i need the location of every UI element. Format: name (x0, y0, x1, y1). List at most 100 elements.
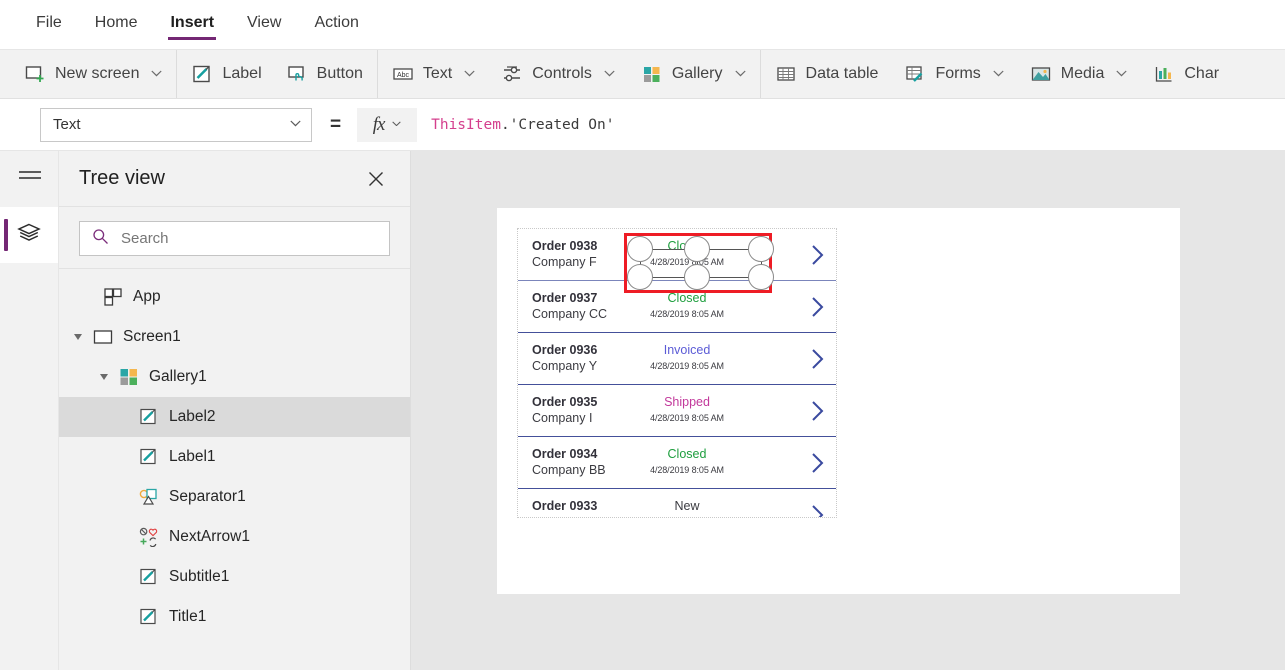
tree-view-title: Tree view (79, 167, 165, 189)
media-button[interactable]: Media (1030, 50, 1128, 98)
row-date: 4/28/2019 8:05 AM (650, 465, 724, 475)
tree-item-app[interactable]: App (59, 277, 410, 317)
tree-item-subtitle1[interactable]: Subtitle1 (59, 557, 410, 597)
gallery-row[interactable]: Order 0934 Company BB Closed 4/28/2019 8… (518, 437, 836, 489)
fx-button[interactable]: fx (357, 107, 418, 142)
row-date: 4/28/2019 8:05 AM (650, 309, 724, 319)
row-date: 4/28/2019 8:05 AM (650, 413, 724, 423)
forms-button-label: Forms (935, 65, 981, 82)
chevron-right-icon[interactable] (810, 243, 826, 272)
gallery-button[interactable]: Gallery (641, 50, 746, 98)
gallery1-control[interactable]: Order 0938 Company F Closed 4/28/2019 8:… (517, 228, 837, 518)
tree-view-list: App Screen1 Gallery1 Label2 Label1 Separ… (59, 269, 410, 637)
property-selector[interactable]: Text (40, 107, 312, 142)
row-title: Order 0937 (532, 291, 598, 305)
charts-button[interactable]: Char (1153, 50, 1219, 98)
chevron-down-icon (290, 120, 301, 127)
forms-button[interactable]: Forms (904, 50, 1004, 98)
search-box[interactable] (79, 221, 390, 256)
label-icon (139, 407, 159, 427)
screen-icon (93, 327, 113, 347)
tree-item-screen1[interactable]: Screen1 (59, 317, 410, 357)
chevron-right-icon[interactable] (810, 347, 826, 376)
data-table-icon (775, 63, 797, 85)
app-icon (103, 287, 123, 307)
menu-item-file[interactable]: File (34, 8, 64, 42)
tree-item-separator1[interactable]: Separator1 (59, 477, 410, 517)
ribbon-group-controls: Abc Text Controls Gallery (378, 50, 761, 98)
hamburger-menu-button[interactable] (0, 151, 59, 207)
row-subtitle: Company Y (532, 359, 598, 373)
menu-item-action[interactable]: Action (312, 8, 360, 42)
button-button-label: Button (316, 65, 363, 82)
row-subtitle: Company BB (532, 463, 606, 477)
search-input[interactable] (119, 229, 377, 248)
app-screen-canvas[interactable]: Order 0938 Company F Closed 4/28/2019 8:… (497, 208, 1180, 594)
chevron-right-icon[interactable] (810, 399, 826, 428)
chevron-down-icon (993, 70, 1004, 77)
tree-item-label2[interactable]: Label2 (59, 397, 410, 437)
data-table-label: Data table (805, 65, 879, 82)
button-button[interactable]: Button (286, 50, 363, 98)
gallery-icon (641, 63, 663, 85)
chevron-right-icon[interactable] (810, 451, 826, 480)
tree-item-label: Label2 (169, 408, 216, 426)
tree-view-rail-tab[interactable] (0, 207, 58, 263)
tree-item-label: Title1 (169, 608, 207, 626)
tree-item-gallery1[interactable]: Gallery1 (59, 357, 410, 397)
gallery-row[interactable]: Order 0935 Company I Shipped 4/28/2019 8… (518, 385, 836, 437)
menu-item-view[interactable]: View (245, 8, 283, 42)
controls-button[interactable]: Controls (501, 50, 615, 98)
gallery-row[interactable]: Order 0937 Company CC Closed 4/28/2019 8… (518, 281, 836, 333)
close-icon[interactable] (366, 169, 386, 189)
gallery-row-partial[interactable]: Order 0933 New (518, 489, 836, 517)
tree-item-label: Separator1 (169, 488, 246, 506)
chevron-right-icon[interactable] (810, 503, 826, 517)
tree-view-header: Tree view (59, 151, 410, 207)
tree-item-label: Screen1 (123, 328, 181, 346)
label-icon (139, 447, 159, 467)
label-button-label: Label (222, 65, 262, 82)
ribbon-group-screens: New screen (0, 50, 178, 98)
tree-item-nextarrow1[interactable]: NextArrow1 (59, 517, 410, 557)
formula-token-property: .'Created On' (500, 116, 615, 133)
label-button[interactable]: Label (191, 50, 262, 98)
row-title: Order 0934 (532, 447, 598, 461)
gallery-row[interactable]: Order 0938 Company F Closed 4/28/2019 8:… (518, 229, 836, 281)
row-status: Invoiced (663, 343, 711, 357)
label-icon (139, 607, 159, 627)
tree-item-title1[interactable]: Title1 (59, 597, 410, 637)
fx-label: fx (372, 113, 386, 135)
chevron-down-icon (604, 70, 615, 77)
tree-expander-expanded-icon[interactable] (97, 370, 111, 384)
forms-icon (904, 63, 926, 85)
chevron-down-icon (1116, 70, 1127, 77)
menu-item-insert[interactable]: Insert (168, 8, 216, 42)
tree-view-panel: Tree view App (59, 151, 411, 670)
chevron-down-icon (392, 120, 402, 127)
tree-item-label1[interactable]: Label1 (59, 437, 410, 477)
tree-expander-placeholder (87, 290, 101, 304)
row-status: Shipped (664, 395, 710, 409)
formula-input[interactable]: ThisItem .'Created On' (417, 108, 1285, 142)
canvas-area[interactable]: Order 0938 Company F Closed 4/28/2019 8:… (411, 151, 1285, 670)
data-table-button[interactable]: Data table (775, 50, 879, 98)
text-button[interactable]: Abc Text (392, 50, 475, 98)
gallery-row[interactable]: Order 0936 Company Y Invoiced 4/28/2019 … (518, 333, 836, 385)
row-status: Closed (667, 291, 707, 305)
ribbon-toolbar: New screen Label Button Abc Text Control… (0, 50, 1285, 99)
row-subtitle: Company CC (532, 307, 608, 321)
powerapps-studio: File Home Insert View Action New screen (0, 0, 1285, 670)
tree-item-label: Subtitle1 (169, 568, 230, 586)
menu-bar: File Home Insert View Action (0, 0, 1285, 50)
text-abc-icon: Abc (392, 63, 414, 85)
menu-item-home[interactable]: Home (93, 8, 140, 42)
chevron-right-icon[interactable] (810, 295, 826, 324)
new-screen-button[interactable]: New screen (24, 50, 163, 98)
media-button-label: Media (1060, 65, 1105, 82)
row-status: New (674, 499, 700, 513)
chevron-down-icon (151, 70, 163, 77)
left-rail (0, 151, 59, 670)
tree-expander-expanded-icon[interactable] (71, 330, 85, 344)
row-title: Order 0936 (532, 343, 598, 357)
